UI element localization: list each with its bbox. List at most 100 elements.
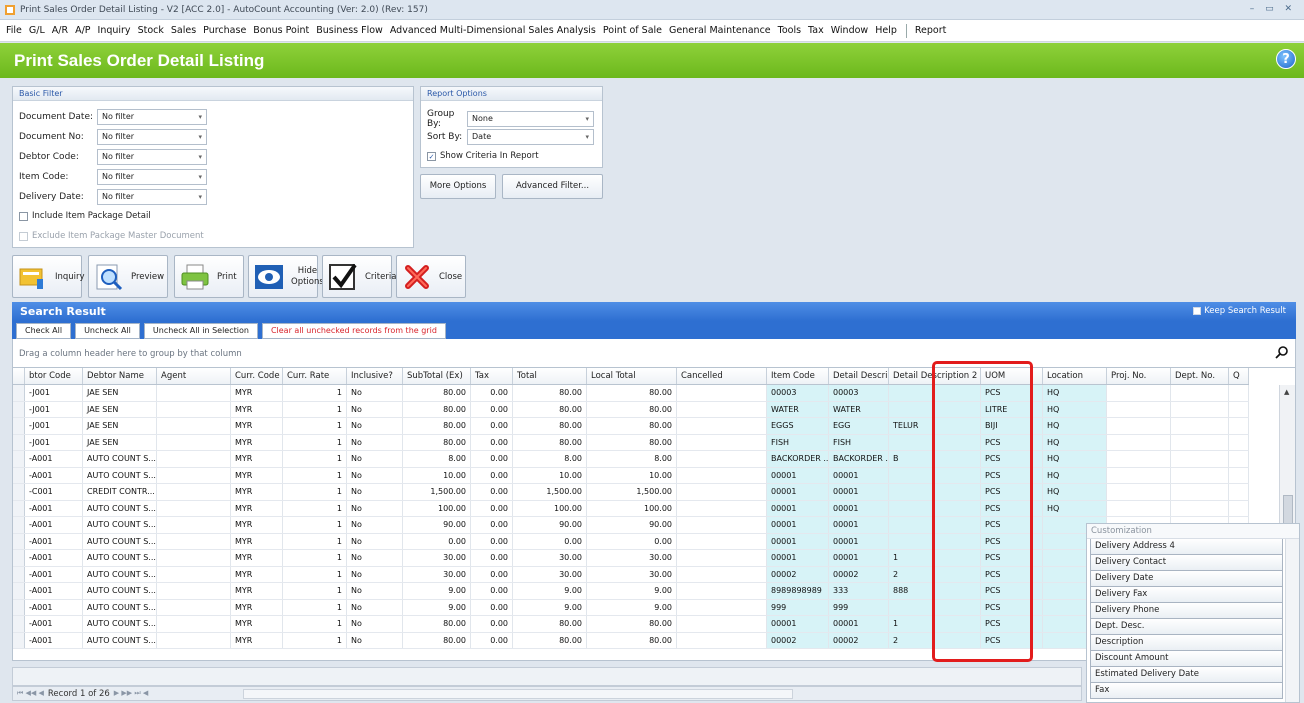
- grid-horizontal-scrollbar[interactable]: [243, 689, 793, 699]
- menu-point-of-sale[interactable]: Point of Sale: [603, 25, 662, 36]
- column-header[interactable]: Proj. No.: [1107, 368, 1171, 384]
- menu-stock[interactable]: Stock: [138, 25, 164, 36]
- column-header[interactable]: Agent: [157, 368, 231, 384]
- menu-gl[interactable]: G/L: [29, 25, 45, 36]
- customization-item[interactable]: Estimated Delivery Date: [1090, 667, 1283, 683]
- close-button[interactable]: Close: [396, 255, 466, 298]
- customization-item[interactable]: Delivery Address 4: [1090, 539, 1283, 555]
- row-indicator[interactable]: [13, 566, 25, 582]
- column-header[interactable]: Debtor Name: [83, 368, 157, 384]
- table-row[interactable]: -J001 JAE SEN MYR 1 No 80.00 0.00 80.00 80.00 000…: [13, 385, 1249, 402]
- table-row[interactable]: -A001 AUTO COUNT S... MYR 1 No 80.00 0.00 80.00…: [13, 616, 1249, 633]
- preview-button[interactable]: Preview: [88, 255, 168, 298]
- nav-first-icon[interactable]: ⏮ ◀◀ ◀: [17, 689, 44, 698]
- menu-purchase[interactable]: Purchase: [203, 25, 246, 36]
- table-row[interactable]: -J001 JAE SEN MYR 1 No 80.00 0.00 80.00 80.00 EGG…: [13, 418, 1249, 435]
- scroll-up-icon[interactable]: ▲: [1284, 388, 1289, 396]
- column-header[interactable]: Inclusive?: [347, 368, 403, 384]
- column-header[interactable]: Curr. Rate: [283, 368, 347, 384]
- more-options-button[interactable]: More Options: [420, 174, 496, 199]
- row-indicator[interactable]: [13, 467, 25, 483]
- table-row[interactable]: -A001 AUTO COUNT S... MYR 1 No 9.00 0.00 9.00 9.…: [13, 599, 1249, 616]
- menu-tools[interactable]: Tools: [778, 25, 801, 36]
- column-header[interactable]: btor Code: [25, 368, 83, 384]
- table-row[interactable]: -A001 AUTO COUNT S... MYR 1 No 30.00 0.00 30.00…: [13, 566, 1249, 583]
- nav-last-icon[interactable]: ▶ ▶▶ ⏭ ◀: [114, 689, 149, 698]
- sort-by-combo[interactable]: Date ▾: [467, 129, 594, 145]
- menu-bonus-point[interactable]: Bonus Point: [253, 25, 309, 36]
- row-indicator[interactable]: [13, 500, 25, 516]
- include-package-checkbox[interactable]: Include Item Package Detail: [19, 211, 151, 221]
- row-indicator[interactable]: [13, 385, 25, 401]
- menu-inquiry[interactable]: Inquiry: [98, 25, 131, 36]
- row-indicator[interactable]: [13, 616, 25, 632]
- column-header[interactable]: Dept. No.: [1171, 368, 1229, 384]
- document-no-combo[interactable]: No filter ▾: [97, 129, 207, 145]
- print-button[interactable]: Print: [174, 255, 244, 298]
- customization-item[interactable]: Delivery Contact: [1090, 555, 1283, 571]
- menu-business-flow[interactable]: Business Flow: [316, 25, 383, 36]
- table-row[interactable]: -A001 AUTO COUNT S... MYR 1 No 90.00 0.00 90.00…: [13, 517, 1249, 534]
- menu-window[interactable]: Window: [831, 25, 868, 36]
- table-row[interactable]: -C001 CREDIT CONTR... MYR 1 No 1,500.00 0.00 1,…: [13, 484, 1249, 501]
- menu-report[interactable]: Report: [915, 25, 947, 36]
- row-indicator[interactable]: [13, 583, 25, 599]
- show-criteria-checkbox[interactable]: ✓ Show Criteria In Report: [427, 151, 539, 161]
- delivery-date-combo[interactable]: No filter ▾: [97, 189, 207, 205]
- customization-item[interactable]: Fax: [1090, 683, 1283, 699]
- table-row[interactable]: -A001 AUTO COUNT S... MYR 1 No 80.00 0.00 80.00…: [13, 632, 1249, 649]
- table-row[interactable]: -A001 AUTO COUNT S... MYR 1 No 30.00 0.00 30.00…: [13, 550, 1249, 567]
- column-header[interactable]: Total: [513, 368, 587, 384]
- row-indicator[interactable]: [13, 599, 25, 615]
- group-by-combo[interactable]: None ▾: [467, 111, 594, 127]
- column-header[interactable]: Location: [1043, 368, 1107, 384]
- advanced-filter-button[interactable]: Advanced Filter...: [502, 174, 603, 199]
- search-icon[interactable]: [1275, 345, 1289, 359]
- menu-advanced-analysis[interactable]: Advanced Multi-Dimensional Sales Analysi…: [390, 25, 596, 36]
- group-by-area[interactable]: Drag a column header here to group by th…: [12, 339, 1296, 367]
- customization-item[interactable]: Dept. Desc.: [1090, 619, 1283, 635]
- menu-general-maintenance[interactable]: General Maintenance: [669, 25, 771, 36]
- column-header[interactable]: SubTotal (Ex): [403, 368, 471, 384]
- row-indicator[interactable]: [13, 401, 25, 417]
- menu-tax[interactable]: Tax: [808, 25, 824, 36]
- customization-item[interactable]: Delivery Date: [1090, 571, 1283, 587]
- debtor-code-combo[interactable]: No filter ▾: [97, 149, 207, 165]
- customization-item[interactable]: Delivery Fax: [1090, 587, 1283, 603]
- menu-help[interactable]: Help: [875, 25, 897, 36]
- criteria-button[interactable]: Criteria: [322, 255, 396, 298]
- row-indicator[interactable]: [13, 550, 25, 566]
- table-row[interactable]: -A001 AUTO COUNT S... MYR 1 No 8.00 0.00 8.00 8.…: [13, 451, 1249, 468]
- customization-item[interactable]: Discount Amount: [1090, 651, 1283, 667]
- inquiry-button[interactable]: Inquiry: [12, 255, 85, 298]
- column-header[interactable]: Cancelled: [677, 368, 767, 384]
- row-indicator[interactable]: [13, 632, 25, 648]
- table-row[interactable]: -J001 JAE SEN MYR 1 No 80.00 0.00 80.00 80.00 FIS…: [13, 434, 1249, 451]
- table-row[interactable]: -A001 AUTO COUNT S... MYR 1 No 100.00 0.00 100.…: [13, 500, 1249, 517]
- customization-item[interactable]: Delivery Phone: [1090, 603, 1283, 619]
- row-indicator[interactable]: [13, 451, 25, 467]
- column-header[interactable]: Local Total: [587, 368, 677, 384]
- column-header[interactable]: Curr. Code: [231, 368, 283, 384]
- table-row[interactable]: -A001 AUTO COUNT S... MYR 1 No 10.00 0.00 10.00…: [13, 467, 1249, 484]
- uncheck-selection-button[interactable]: Uncheck All in Selection: [143, 323, 258, 339]
- row-indicator[interactable]: [13, 418, 25, 434]
- column-header[interactable]: Item Code: [767, 368, 829, 384]
- document-date-combo[interactable]: No filter ▾: [97, 109, 207, 125]
- table-row[interactable]: -J001 JAE SEN MYR 1 No 80.00 0.00 80.00 80.00 WAT…: [13, 401, 1249, 418]
- uncheck-all-button[interactable]: Uncheck All: [75, 323, 140, 339]
- row-indicator[interactable]: [13, 517, 25, 533]
- window-controls[interactable]: – ▭ ✕: [1250, 4, 1296, 14]
- column-header[interactable]: Detail Descri...: [829, 368, 889, 384]
- menu-file[interactable]: File: [6, 25, 22, 36]
- column-header[interactable]: Q: [1229, 368, 1249, 384]
- row-indicator[interactable]: [13, 533, 25, 549]
- row-indicator[interactable]: [13, 484, 25, 500]
- hide-options-button[interactable]: Hide Options: [248, 255, 324, 298]
- scroll-thumb[interactable]: [1283, 495, 1293, 525]
- table-row[interactable]: -A001 AUTO COUNT S... MYR 1 No 9.00 0.00 9.00 9.…: [13, 583, 1249, 600]
- customization-item[interactable]: Description: [1090, 635, 1283, 651]
- item-code-combo[interactable]: No filter ▾: [97, 169, 207, 185]
- menu-sales[interactable]: Sales: [171, 25, 196, 36]
- table-row[interactable]: -A001 AUTO COUNT S... MYR 1 No 0.00 0.00 0.00 0.…: [13, 533, 1249, 550]
